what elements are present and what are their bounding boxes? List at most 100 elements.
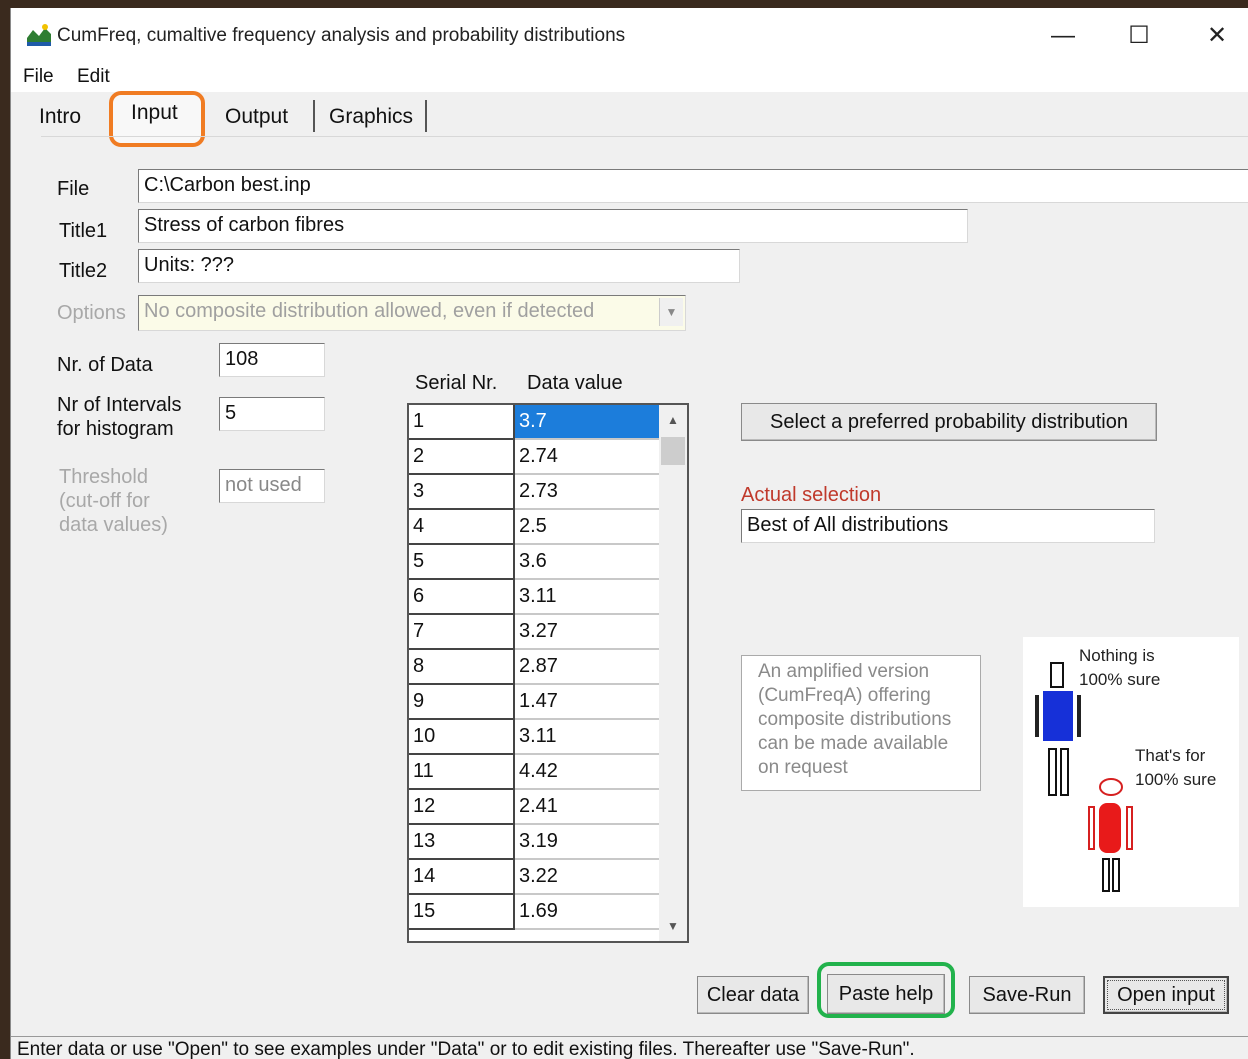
- threshold-label-line1: Threshold: [59, 466, 148, 488]
- title2-label: Title2: [59, 260, 108, 282]
- tab-input[interactable]: Input: [131, 98, 178, 132]
- input-panel: File C:\Carbon best.inp Title1 Stress of…: [41, 136, 1248, 1032]
- actual-selection-label: Actual selection: [741, 484, 882, 506]
- serial-cell: 1: [409, 405, 515, 440]
- options-dropdown[interactable]: No composite distribution allowed, even …: [138, 295, 686, 331]
- scroll-up-icon[interactable]: ▲: [659, 407, 687, 433]
- maximize-button[interactable]: ☐: [1109, 16, 1169, 56]
- minimize-button[interactable]: —: [1033, 16, 1093, 56]
- chevron-down-icon[interactable]: ▼: [659, 298, 683, 326]
- data-value-cell[interactable]: 2.5: [515, 510, 661, 545]
- menu-edit[interactable]: Edit: [77, 66, 110, 88]
- grid-header-value: Data value: [527, 372, 623, 394]
- tab-graphics[interactable]: Graphics: [329, 102, 413, 136]
- clear-data-button[interactable]: Clear data: [697, 976, 809, 1014]
- title-bar: CumFreq, cumaltive frequency analysis an…: [11, 8, 1248, 64]
- table-row[interactable]: 7 3.27: [409, 615, 661, 650]
- table-row[interactable]: 15 1.69: [409, 895, 661, 930]
- serial-cell: 6: [409, 580, 515, 615]
- data-value-cell[interactable]: 3.27: [515, 615, 661, 650]
- file-label: File: [57, 178, 90, 200]
- table-row[interactable]: 3 2.73: [409, 475, 661, 510]
- caption-nothing-line1: Nothing is: [1079, 646, 1155, 665]
- note-line: (CumFreqA) offering: [758, 685, 931, 706]
- title1-field[interactable]: Stress of carbon fibres: [138, 209, 968, 243]
- serial-cell: 3: [409, 475, 515, 510]
- data-value-cell[interactable]: 3.19: [515, 825, 661, 860]
- actual-selection-field: Best of All distributions: [741, 509, 1155, 543]
- caption-thats-line1: That's for: [1135, 746, 1206, 765]
- table-row[interactable]: 10 3.11: [409, 720, 661, 755]
- intervals-label-line2: for histogram: [57, 418, 174, 440]
- table-row[interactable]: 14 3.22: [409, 860, 661, 895]
- data-value-cell[interactable]: 2.87: [515, 650, 661, 685]
- open-input-button[interactable]: Open input: [1103, 976, 1229, 1014]
- grid-scrollbar[interactable]: ▲ ▼: [659, 405, 687, 941]
- data-value-cell[interactable]: 3.22: [515, 860, 661, 895]
- grid-header-serial: Serial Nr.: [415, 372, 498, 394]
- serial-cell: 5: [409, 545, 515, 580]
- serial-cell: 13: [409, 825, 515, 860]
- serial-cell: 4: [409, 510, 515, 545]
- tab-separator: [313, 100, 315, 132]
- data-value-cell[interactable]: 1.47: [515, 685, 661, 720]
- table-row[interactable]: 13 3.19: [409, 825, 661, 860]
- select-distribution-button[interactable]: Select a preferred probability distribut…: [741, 403, 1157, 441]
- table-row[interactable]: 11 4.42: [409, 755, 661, 790]
- table-row[interactable]: 5 3.6: [409, 545, 661, 580]
- note-line: composite distributions: [758, 709, 952, 730]
- serial-cell: 12: [409, 790, 515, 825]
- paste-help-button[interactable]: Paste help: [827, 974, 945, 1014]
- caption-nothing-line2: 100% sure: [1079, 670, 1160, 689]
- table-row[interactable]: 12 2.41: [409, 790, 661, 825]
- serial-cell: 15: [409, 895, 515, 930]
- data-value-cell[interactable]: 3.6: [515, 545, 661, 580]
- sure-figure-panel: Nothing is 100% sure That's for 100% sur…: [1023, 637, 1239, 907]
- close-button[interactable]: ✕: [1187, 16, 1247, 56]
- serial-cell: 8: [409, 650, 515, 685]
- threshold-field[interactable]: not used: [219, 469, 325, 503]
- table-row[interactable]: 4 2.5: [409, 510, 661, 545]
- menu-bar: File Edit: [11, 64, 1248, 92]
- file-path-field[interactable]: C:\Carbon best.inp: [138, 169, 1248, 203]
- note-line: on request: [758, 757, 848, 778]
- data-value-cell[interactable]: 2.73: [515, 475, 661, 510]
- title1-label: Title1: [59, 220, 108, 242]
- tab-output[interactable]: Output: [225, 102, 288, 136]
- title2-field[interactable]: Units: ???: [138, 249, 740, 283]
- tab-separator: [425, 100, 427, 132]
- amplified-version-note: An amplified version (CumFreqA) offering…: [741, 655, 981, 791]
- threshold-label-line3: data values): [59, 514, 168, 536]
- serial-cell: 2: [409, 440, 515, 475]
- caption-thats-line2: 100% sure: [1135, 770, 1216, 789]
- nr-data-label: Nr. of Data: [57, 354, 153, 376]
- scroll-down-icon[interactable]: ▼: [659, 913, 687, 939]
- tab-strip: Intro Input Output Graphics: [11, 91, 1248, 147]
- threshold-label-line2: (cut-off for: [59, 490, 150, 512]
- table-row[interactable]: 8 2.87: [409, 650, 661, 685]
- data-value-cell[interactable]: 1.69: [515, 895, 661, 930]
- stick-figures-illustration: Nothing is 100% sure That's for 100% sur…: [1035, 646, 1216, 892]
- table-row[interactable]: 1 3.7: [409, 405, 661, 440]
- options-value: No composite distribution allowed, even …: [144, 300, 595, 322]
- data-value-cell[interactable]: 4.42: [515, 755, 661, 790]
- data-value-cell[interactable]: 3.11: [515, 720, 661, 755]
- note-line: can be made available: [758, 733, 949, 754]
- scroll-thumb[interactable]: [661, 437, 685, 465]
- intervals-field[interactable]: 5: [219, 397, 325, 431]
- data-value-cell[interactable]: 2.41: [515, 790, 661, 825]
- nr-data-field[interactable]: 108: [219, 343, 325, 377]
- data-value-cell[interactable]: 2.74: [515, 440, 661, 475]
- table-row[interactable]: 6 3.11: [409, 580, 661, 615]
- data-grid[interactable]: 1 3.7 2 2.74 3 2.73 4 2.5 5 3.6 6 3.11 7 3.27 8 2.87 9 1.…: [407, 403, 689, 943]
- app-window: CumFreq, cumaltive frequency analysis an…: [10, 8, 1248, 1059]
- data-value-cell[interactable]: 3.7: [515, 405, 661, 440]
- menu-file[interactable]: File: [23, 66, 54, 88]
- app-icon: [25, 22, 53, 48]
- tab-intro[interactable]: Intro: [39, 102, 81, 136]
- table-row[interactable]: 9 1.47: [409, 685, 661, 720]
- table-row[interactable]: 2 2.74: [409, 440, 661, 475]
- serial-cell: 11: [409, 755, 515, 790]
- data-value-cell[interactable]: 3.11: [515, 580, 661, 615]
- save-run-button[interactable]: Save-Run: [969, 976, 1085, 1014]
